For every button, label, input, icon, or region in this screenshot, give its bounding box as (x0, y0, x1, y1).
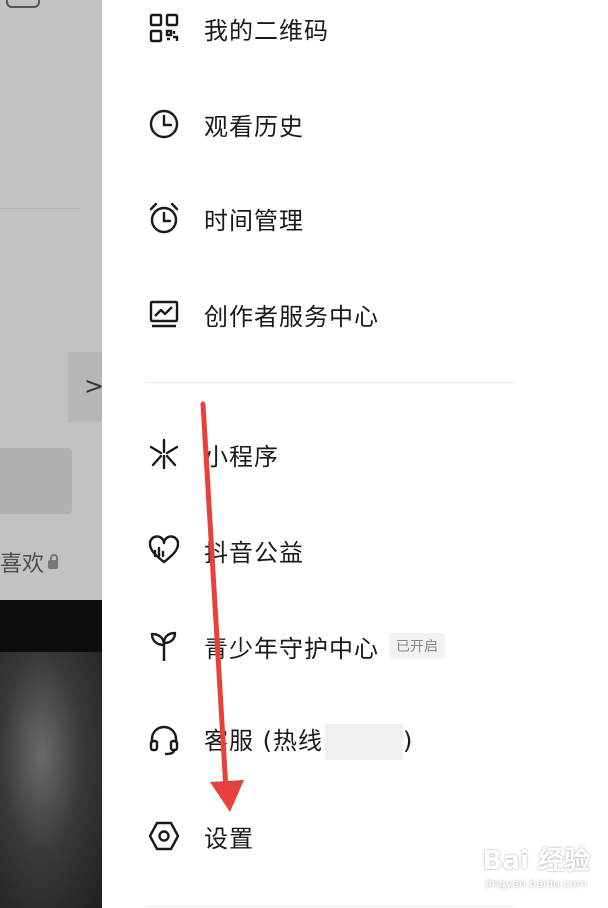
chevron-right-icon: > (84, 372, 102, 400)
menu-divider-bottom (146, 906, 516, 907)
menu-item-label: 我的二维码 (204, 16, 329, 45)
menu-item-settings[interactable]: 设置 (146, 816, 254, 856)
background-black-bar (0, 600, 102, 652)
menu-item-label: 青少年守护中心 (204, 634, 379, 663)
side-drawer-menu: 我的二维码 观看历史 时间管理 创作者服务中心 小程序 抖音公益 青少年守护中心… (102, 0, 608, 908)
alarm-clock-icon (146, 200, 182, 236)
customer-service-label-tail: ) (403, 726, 414, 755)
lock-icon (48, 554, 59, 569)
settings-hexagon-icon (146, 818, 182, 854)
heart-charity-icon (146, 532, 182, 568)
mini-program-icon (146, 436, 182, 472)
menu-item-youth-protection[interactable]: 青少年守护中心 已开启 (146, 626, 445, 666)
menu-item-mini-program[interactable]: 小程序 (146, 434, 279, 474)
menu-item-charity[interactable]: 抖音公益 (146, 530, 304, 570)
watermark-brand: Bai 经验 (482, 846, 590, 876)
menu-divider (146, 382, 516, 383)
menu-item-label: 客服 (热线) (204, 721, 413, 760)
menu-item-label: 设置 (204, 824, 254, 853)
sprout-icon (146, 628, 182, 664)
background-icon-fragment (6, 0, 40, 8)
background-video-thumbnail (0, 652, 102, 908)
menu-item-time-management[interactable]: 时间管理 (146, 198, 304, 238)
creator-chart-icon (146, 296, 182, 332)
background-likes-tab: 喜欢 (0, 546, 59, 578)
menu-item-label: 抖音公益 (204, 538, 304, 567)
qr-code-icon (146, 10, 182, 46)
redacted-phone-number (325, 723, 403, 760)
background-field (0, 448, 72, 514)
menu-item-watch-history[interactable]: 观看历史 (146, 104, 304, 144)
status-badge: 已开启 (389, 633, 445, 659)
likes-label: 喜欢 (0, 552, 45, 577)
menu-item-qr-code[interactable]: 我的二维码 (146, 8, 329, 48)
customer-service-label: 客服 (热线 (204, 726, 323, 755)
headset-icon (146, 722, 182, 758)
menu-item-label: 观看历史 (204, 112, 304, 141)
menu-item-creator-center[interactable]: 创作者服务中心 (146, 294, 379, 334)
watermark-url: jingyan.baidu.com (485, 877, 588, 890)
menu-item-label: 创作者服务中心 (204, 302, 379, 331)
menu-item-label: 时间管理 (204, 206, 304, 235)
clock-icon (146, 106, 182, 142)
menu-item-customer-service[interactable]: 客服 (热线) (146, 720, 413, 760)
background-page-overlay[interactable]: > 喜欢 (0, 0, 102, 908)
menu-item-label: 小程序 (204, 442, 279, 471)
baidu-jingyan-watermark: Bai 经验 jingyan.baidu.com (483, 840, 590, 890)
background-divider (0, 208, 80, 209)
